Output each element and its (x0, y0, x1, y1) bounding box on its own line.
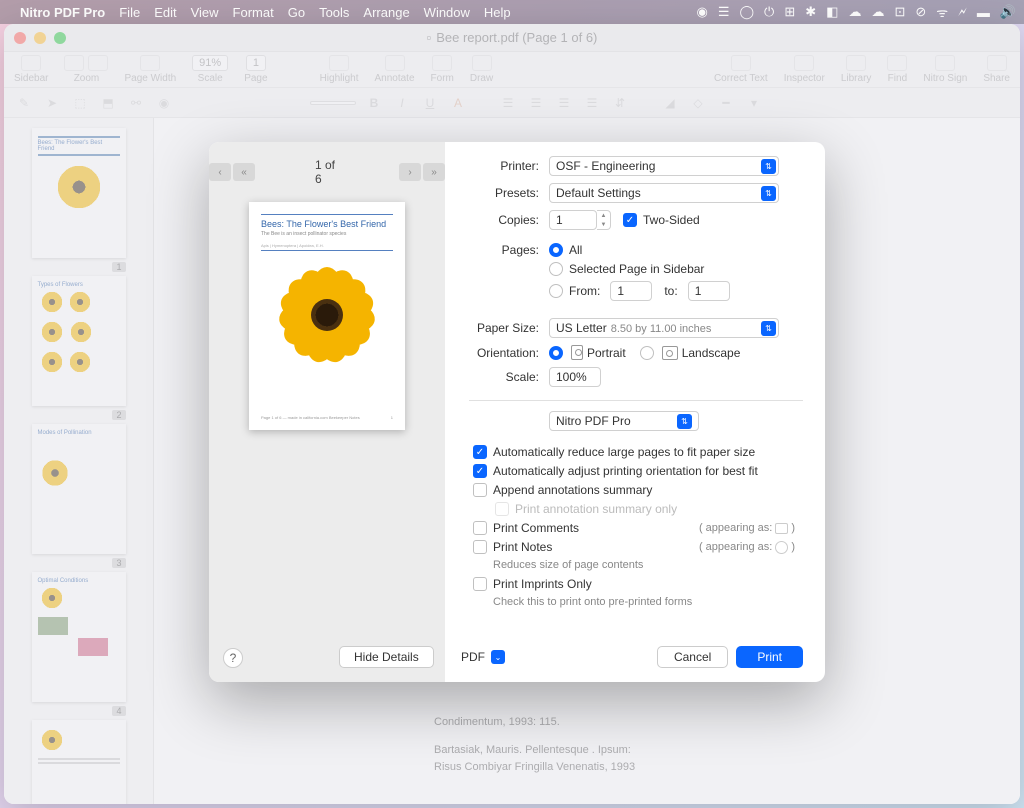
print-annot-only-label: Print annotation summary only (515, 502, 677, 516)
settings-pane: Printer: OSF - Engineering⇅ Presets: Def… (445, 142, 825, 682)
wifi-icon[interactable]: ᯤ (936, 3, 948, 21)
menu-bar: Nitro PDF Pro File Edit View Format Go T… (0, 0, 1024, 24)
landscape-radio[interactable] (640, 346, 654, 360)
presets-label: Presets: (445, 186, 549, 200)
scale-label: Scale: (445, 370, 549, 384)
landscape-label: Landscape (682, 346, 741, 360)
two-sided-checkbox[interactable]: ✓ (623, 213, 637, 227)
app-options-select[interactable]: Nitro PDF Pro⇅ (549, 411, 699, 431)
copies-input[interactable]: 1 (549, 210, 597, 230)
imprints-help-text: Check this to print onto pre-printed for… (493, 596, 803, 608)
menu-help[interactable]: Help (484, 5, 511, 20)
pages-to-input[interactable]: 1 (688, 281, 730, 301)
notes-help-text: Reduces size of page contents (493, 559, 803, 571)
status-icon[interactable]: ◉ (696, 4, 707, 20)
paper-size-label: Paper Size: (445, 321, 549, 335)
note-glyph-icon[interactable] (775, 541, 788, 554)
append-annot-label: Append annotations summary (493, 483, 652, 497)
auto-orient-checkbox[interactable]: ✓ (473, 464, 487, 478)
preview-sub: The Bee is an insect pollinator species (261, 231, 393, 237)
auto-reduce-checkbox[interactable]: ✓ (473, 445, 487, 459)
menu-file[interactable]: File (119, 5, 140, 20)
append-annot-checkbox[interactable] (473, 483, 487, 497)
copies-label: Copies: (445, 213, 549, 227)
first-page-button[interactable]: « (233, 163, 255, 181)
preview-title: Bees: The Flower's Best Friend (261, 219, 393, 229)
preview-page: Bees: The Flower's Best Friend The Bee i… (249, 202, 405, 430)
menu-edit[interactable]: Edit (154, 5, 176, 20)
paper-size-select[interactable]: US Letter8.50 by 11.00 inches⇅ (549, 318, 779, 338)
status-icon[interactable]: ⊡ (894, 4, 905, 20)
last-page-button[interactable]: » (423, 163, 445, 181)
volume-icon[interactable]: 🔊 (1000, 4, 1016, 20)
print-comments-checkbox[interactable] (473, 521, 487, 535)
portrait-label: Portrait (587, 346, 626, 360)
print-comments-label: Print Comments (493, 521, 579, 535)
menu-view[interactable]: View (191, 5, 219, 20)
cancel-button[interactable]: Cancel (657, 646, 728, 668)
landscape-icon (662, 346, 678, 360)
presets-select[interactable]: Default Settings⇅ (549, 183, 779, 203)
print-notes-label: Print Notes (493, 540, 552, 554)
pages-all-radio[interactable] (549, 243, 563, 257)
battery-icon[interactable]: 🗲 (958, 4, 967, 20)
auto-reduce-label: Automatically reduce large pages to fit … (493, 445, 755, 459)
pages-from-radio[interactable] (549, 284, 563, 298)
menu-window[interactable]: Window (424, 5, 470, 20)
status-icons: ◉ ☰ ◯ ⏻ ⊞ ✱ ◧ ☁ ☁ ⊡ ⊘ ᯤ 🗲 ▬ 🔊 (696, 3, 1016, 21)
printer-label: Printer: (445, 159, 549, 173)
print-annot-only-checkbox (495, 502, 509, 516)
preview-pane: ‹ « 1 of 6 › » Bees: The Flower's Best F… (209, 142, 445, 682)
pages-from-input[interactable]: 1 (610, 281, 652, 301)
pages-label: Pages: (445, 243, 549, 257)
menu-format[interactable]: Format (233, 5, 274, 20)
pages-from-label: From: (569, 284, 600, 298)
pages-selected-radio[interactable] (549, 262, 563, 276)
cloud-icon[interactable]: ☁ (871, 4, 884, 20)
print-imprints-label: Print Imprints Only (493, 577, 592, 591)
copies-stepper[interactable]: ▲▼ (597, 210, 611, 230)
status-icon[interactable]: ◧ (826, 4, 838, 20)
status-icon[interactable]: ☰ (718, 4, 730, 20)
menu-arrange[interactable]: Arrange (363, 5, 409, 20)
app-name[interactable]: Nitro PDF Pro (20, 5, 105, 20)
pdf-menu[interactable]: PDF⌄ (461, 650, 505, 664)
prev-page-button[interactable]: ‹ (209, 163, 231, 181)
orientation-label: Orientation: (445, 346, 549, 360)
menu-go[interactable]: Go (288, 5, 305, 20)
comment-glyph-icon[interactable] (775, 523, 788, 534)
printer-select[interactable]: OSF - Engineering⇅ (549, 156, 779, 176)
print-dialog: ‹ « 1 of 6 › » Bees: The Flower's Best F… (209, 142, 825, 682)
next-page-button[interactable]: › (399, 163, 421, 181)
print-imprints-checkbox[interactable] (473, 577, 487, 591)
scale-input[interactable]: 100% (549, 367, 601, 387)
print-button[interactable]: Print (736, 646, 803, 668)
two-sided-label: Two-Sided (643, 213, 700, 227)
pages-to-label: to: (664, 284, 677, 298)
cloud-icon[interactable]: ☁ (848, 4, 861, 20)
flag-icon[interactable]: ▬ (977, 5, 990, 20)
portrait-radio[interactable] (549, 346, 563, 360)
status-icon[interactable]: ✱ (805, 4, 816, 20)
pages-selected-label: Selected Page in Sidebar (569, 262, 704, 276)
hide-details-button[interactable]: Hide Details (339, 646, 434, 668)
page-indicator: 1 of 6 (315, 158, 339, 186)
pages-all-label: All (569, 243, 582, 257)
status-icon[interactable]: ⊘ (915, 4, 926, 20)
menu-tools[interactable]: Tools (319, 5, 349, 20)
print-notes-checkbox[interactable] (473, 540, 487, 554)
status-icon[interactable]: ⊞ (784, 4, 795, 20)
portrait-icon (571, 345, 583, 360)
preview-meta: Apis | Hymenoptera | Apoidea, E.H. (261, 243, 393, 251)
status-icon[interactable]: ⏻ (764, 4, 774, 20)
auto-orient-label: Automatically adjust printing orientatio… (493, 464, 758, 478)
status-icon[interactable]: ◯ (739, 4, 754, 20)
help-button[interactable]: ? (223, 648, 243, 668)
